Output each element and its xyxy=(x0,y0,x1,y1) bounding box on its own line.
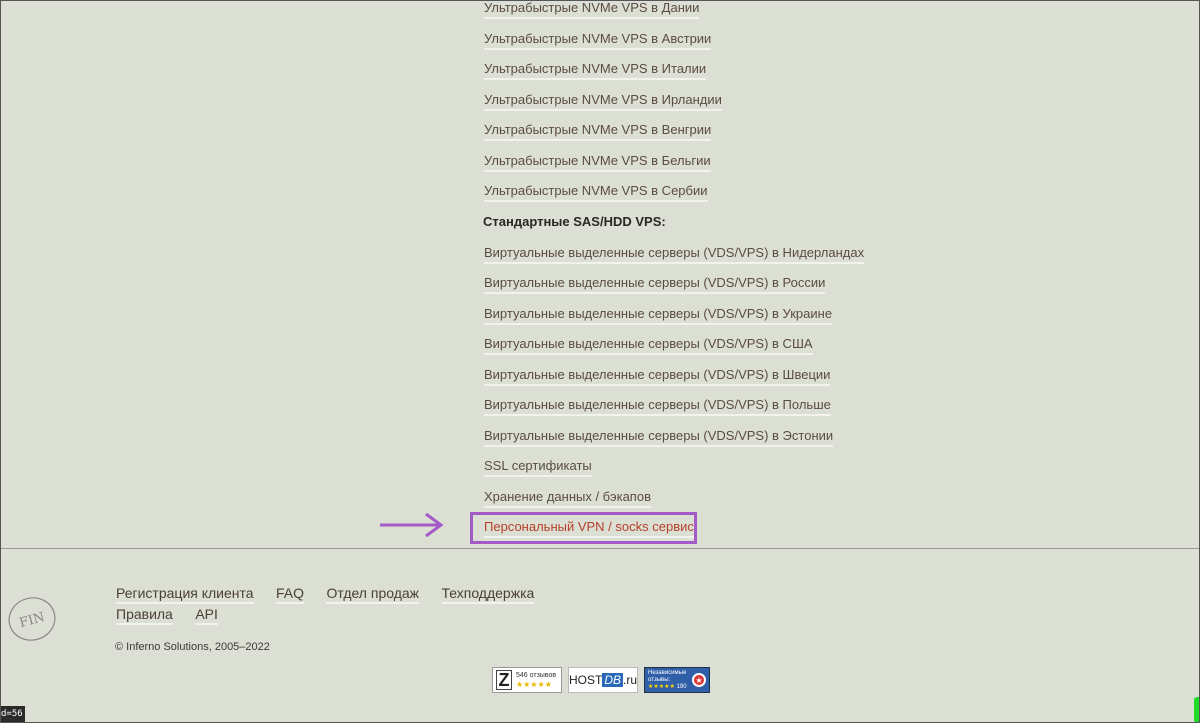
footer-links: Регистрация клиента FAQ Отдел продаж Тех… xyxy=(116,584,576,626)
menu-item-nvme-denmark[interactable]: Ультрабыстрые NVMe VPS в Дании xyxy=(484,0,700,19)
rev-count: 190 xyxy=(676,683,687,690)
menu-item-nvme-italy[interactable]: Ультрабыстрые NVMe VPS в Италии xyxy=(484,61,707,80)
footer-link-registration[interactable]: Регистрация клиента xyxy=(116,584,254,604)
zoon-count: 546 отзывов xyxy=(516,671,557,679)
menu-item-nvme-belgium[interactable]: Ультрабыстрые NVMe VPS в Бельгии xyxy=(484,153,711,172)
id-indicator: d=56 xyxy=(0,706,25,722)
fin-stamp-icon: FIN xyxy=(8,597,56,641)
independent-reviews-badge[interactable]: Независимые отзывы: ★★★★★ 190 ★ xyxy=(644,667,710,693)
menu-item-nvme-hungary[interactable]: Ультрабыстрые NVMe VPS в Венгрии xyxy=(484,122,712,141)
footer-divider xyxy=(0,548,1200,549)
menu-item-vds-russia[interactable]: Виртуальные выделенные серверы (VDS/VPS)… xyxy=(484,275,826,294)
menu-item-vds-sweden[interactable]: Виртуальные выделенные серверы (VDS/VPS)… xyxy=(484,367,831,386)
menu-item-storage[interactable]: Хранение данных / бэкапов xyxy=(484,489,651,508)
zoon-letter: Z xyxy=(496,670,512,690)
menu-item-ssl[interactable]: SSL сертификаты xyxy=(484,458,592,477)
menu-item-nvme-serbia[interactable]: Ультрабыстрые NVMe VPS в Сербии xyxy=(484,183,708,202)
footer-link-rules[interactable]: Правила xyxy=(116,605,173,625)
fin-text: FIN xyxy=(18,610,47,631)
footer-link-faq[interactable]: FAQ xyxy=(276,584,305,604)
side-tab[interactable] xyxy=(1194,697,1200,723)
hostdb-ru: .ru xyxy=(623,673,638,687)
menu-item-vds-estonia[interactable]: Виртуальные выделенные серверы (VDS/VPS)… xyxy=(484,428,834,447)
vpn-highlight-box xyxy=(470,512,697,544)
menu-item-vds-usa[interactable]: Виртуальные выделенные серверы (VDS/VPS)… xyxy=(484,336,813,355)
footer-link-support[interactable]: Техподдержка xyxy=(441,584,535,604)
star-seal-icon: ★ xyxy=(692,673,706,687)
menu-item-vds-poland[interactable]: Виртуальные выделенные серверы (VDS/VPS)… xyxy=(484,397,831,416)
zoon-text: 546 отзывов ★★★★★ xyxy=(516,671,556,690)
rev-stars: ★★★★★ xyxy=(648,683,675,690)
rev-line1: Независимые xyxy=(648,669,687,676)
menu-item-nvme-ireland[interactable]: Ультрабыстрые NVMe VPS в Ирландии xyxy=(484,92,722,111)
footer-link-api[interactable]: API xyxy=(195,605,218,625)
hostdb-host: HOST xyxy=(568,673,603,687)
arrow-right-icon xyxy=(380,512,444,538)
rating-badges: Z 546 отзывов ★★★★★ HOST DB .ru Независимы… xyxy=(492,667,710,693)
menu-item-vds-ukraine[interactable]: Виртуальные выделенные серверы (VDS/VPS)… xyxy=(484,306,833,325)
sas-hdd-heading: Стандартные SAS/HDD VPS: xyxy=(483,214,666,229)
hostdb-db: DB xyxy=(602,673,623,687)
rev-text: Независимые отзывы: ★★★★★ 190 xyxy=(648,670,687,691)
zoon-stars: ★★★★★ xyxy=(516,679,552,689)
menu-item-vds-netherlands[interactable]: Виртуальные выделенные серверы (VDS/VPS)… xyxy=(484,245,865,264)
rev-line2: отзывы: xyxy=(648,676,671,683)
menu-item-nvme-austria[interactable]: Ультрабыстрые NVMe VPS в Австрии xyxy=(484,31,712,50)
hostdb-badge[interactable]: HOST DB .ru xyxy=(568,667,638,693)
footer-link-sales[interactable]: Отдел продаж xyxy=(326,584,420,604)
zoon-reviews-badge[interactable]: Z 546 отзывов ★★★★★ xyxy=(492,667,562,693)
copyright: © Inferno Solutions, 2005–2022 xyxy=(115,641,270,653)
